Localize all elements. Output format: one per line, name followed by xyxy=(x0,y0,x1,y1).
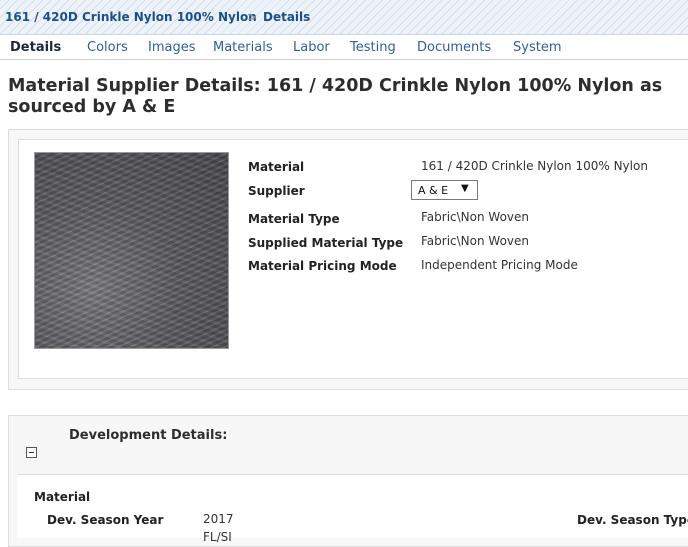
tab-labor[interactable]: Labor xyxy=(293,40,330,55)
material-value: 161 / 420D Crinkle Nylon 100% Nylon xyxy=(421,159,648,173)
tab-bar: Details Colors Images Materials Labor Te… xyxy=(0,35,688,60)
dev-season-year-label: Dev. Season Year xyxy=(47,513,164,527)
supplied-material-type-value: Fabric\Non Woven xyxy=(421,234,530,248)
dev-season-year-value: 2017 xyxy=(203,512,234,526)
supplier-select-value: A & E xyxy=(418,184,449,197)
material-label: Material xyxy=(248,160,305,174)
supplied-material-type-label: Supplied Material Type xyxy=(248,236,404,250)
tab-details[interactable]: Details xyxy=(10,40,61,55)
collapse-icon[interactable] xyxy=(26,447,37,458)
tab-images[interactable]: Images xyxy=(148,40,196,55)
tab-documents[interactable]: Documents xyxy=(417,40,491,55)
page-title: Material Supplier Details: 161 / 420D Cr… xyxy=(8,76,663,117)
breadcrumb-item-material[interactable]: 161 / 420D Crinkle Nylon 100% Nylon xyxy=(5,10,257,24)
material-swatch-image xyxy=(34,152,229,349)
material-pricing-mode-value: Independent Pricing Mode xyxy=(421,258,578,272)
breadcrumb-separator: > xyxy=(247,10,258,24)
supplier-select[interactable]: A & E ▼ xyxy=(411,180,478,200)
chevron-down-icon: ▼ xyxy=(461,183,469,194)
development-section-title: Material xyxy=(34,490,91,504)
tab-system[interactable]: System xyxy=(513,40,561,55)
material-type-value: Fabric\Non Woven xyxy=(421,210,530,224)
dev-partial-value: FL/SI xyxy=(203,530,232,544)
material-pricing-mode-label: Material Pricing Mode xyxy=(248,259,397,273)
breadcrumb-current: Details xyxy=(263,10,311,24)
development-details-heading: Development Details: xyxy=(69,428,228,443)
development-details-body xyxy=(17,474,688,538)
supplier-label: Supplier xyxy=(248,184,305,198)
breadcrumb: 161 / 420D Crinkle Nylon 100% Nylon > De… xyxy=(0,0,688,35)
dev-season-type-label: Dev. Season Type xyxy=(577,513,688,527)
material-type-label: Material Type xyxy=(248,212,340,226)
tab-colors[interactable]: Colors xyxy=(87,40,128,55)
tab-testing[interactable]: Testing xyxy=(350,40,396,55)
tab-materials[interactable]: Materials xyxy=(213,40,273,55)
